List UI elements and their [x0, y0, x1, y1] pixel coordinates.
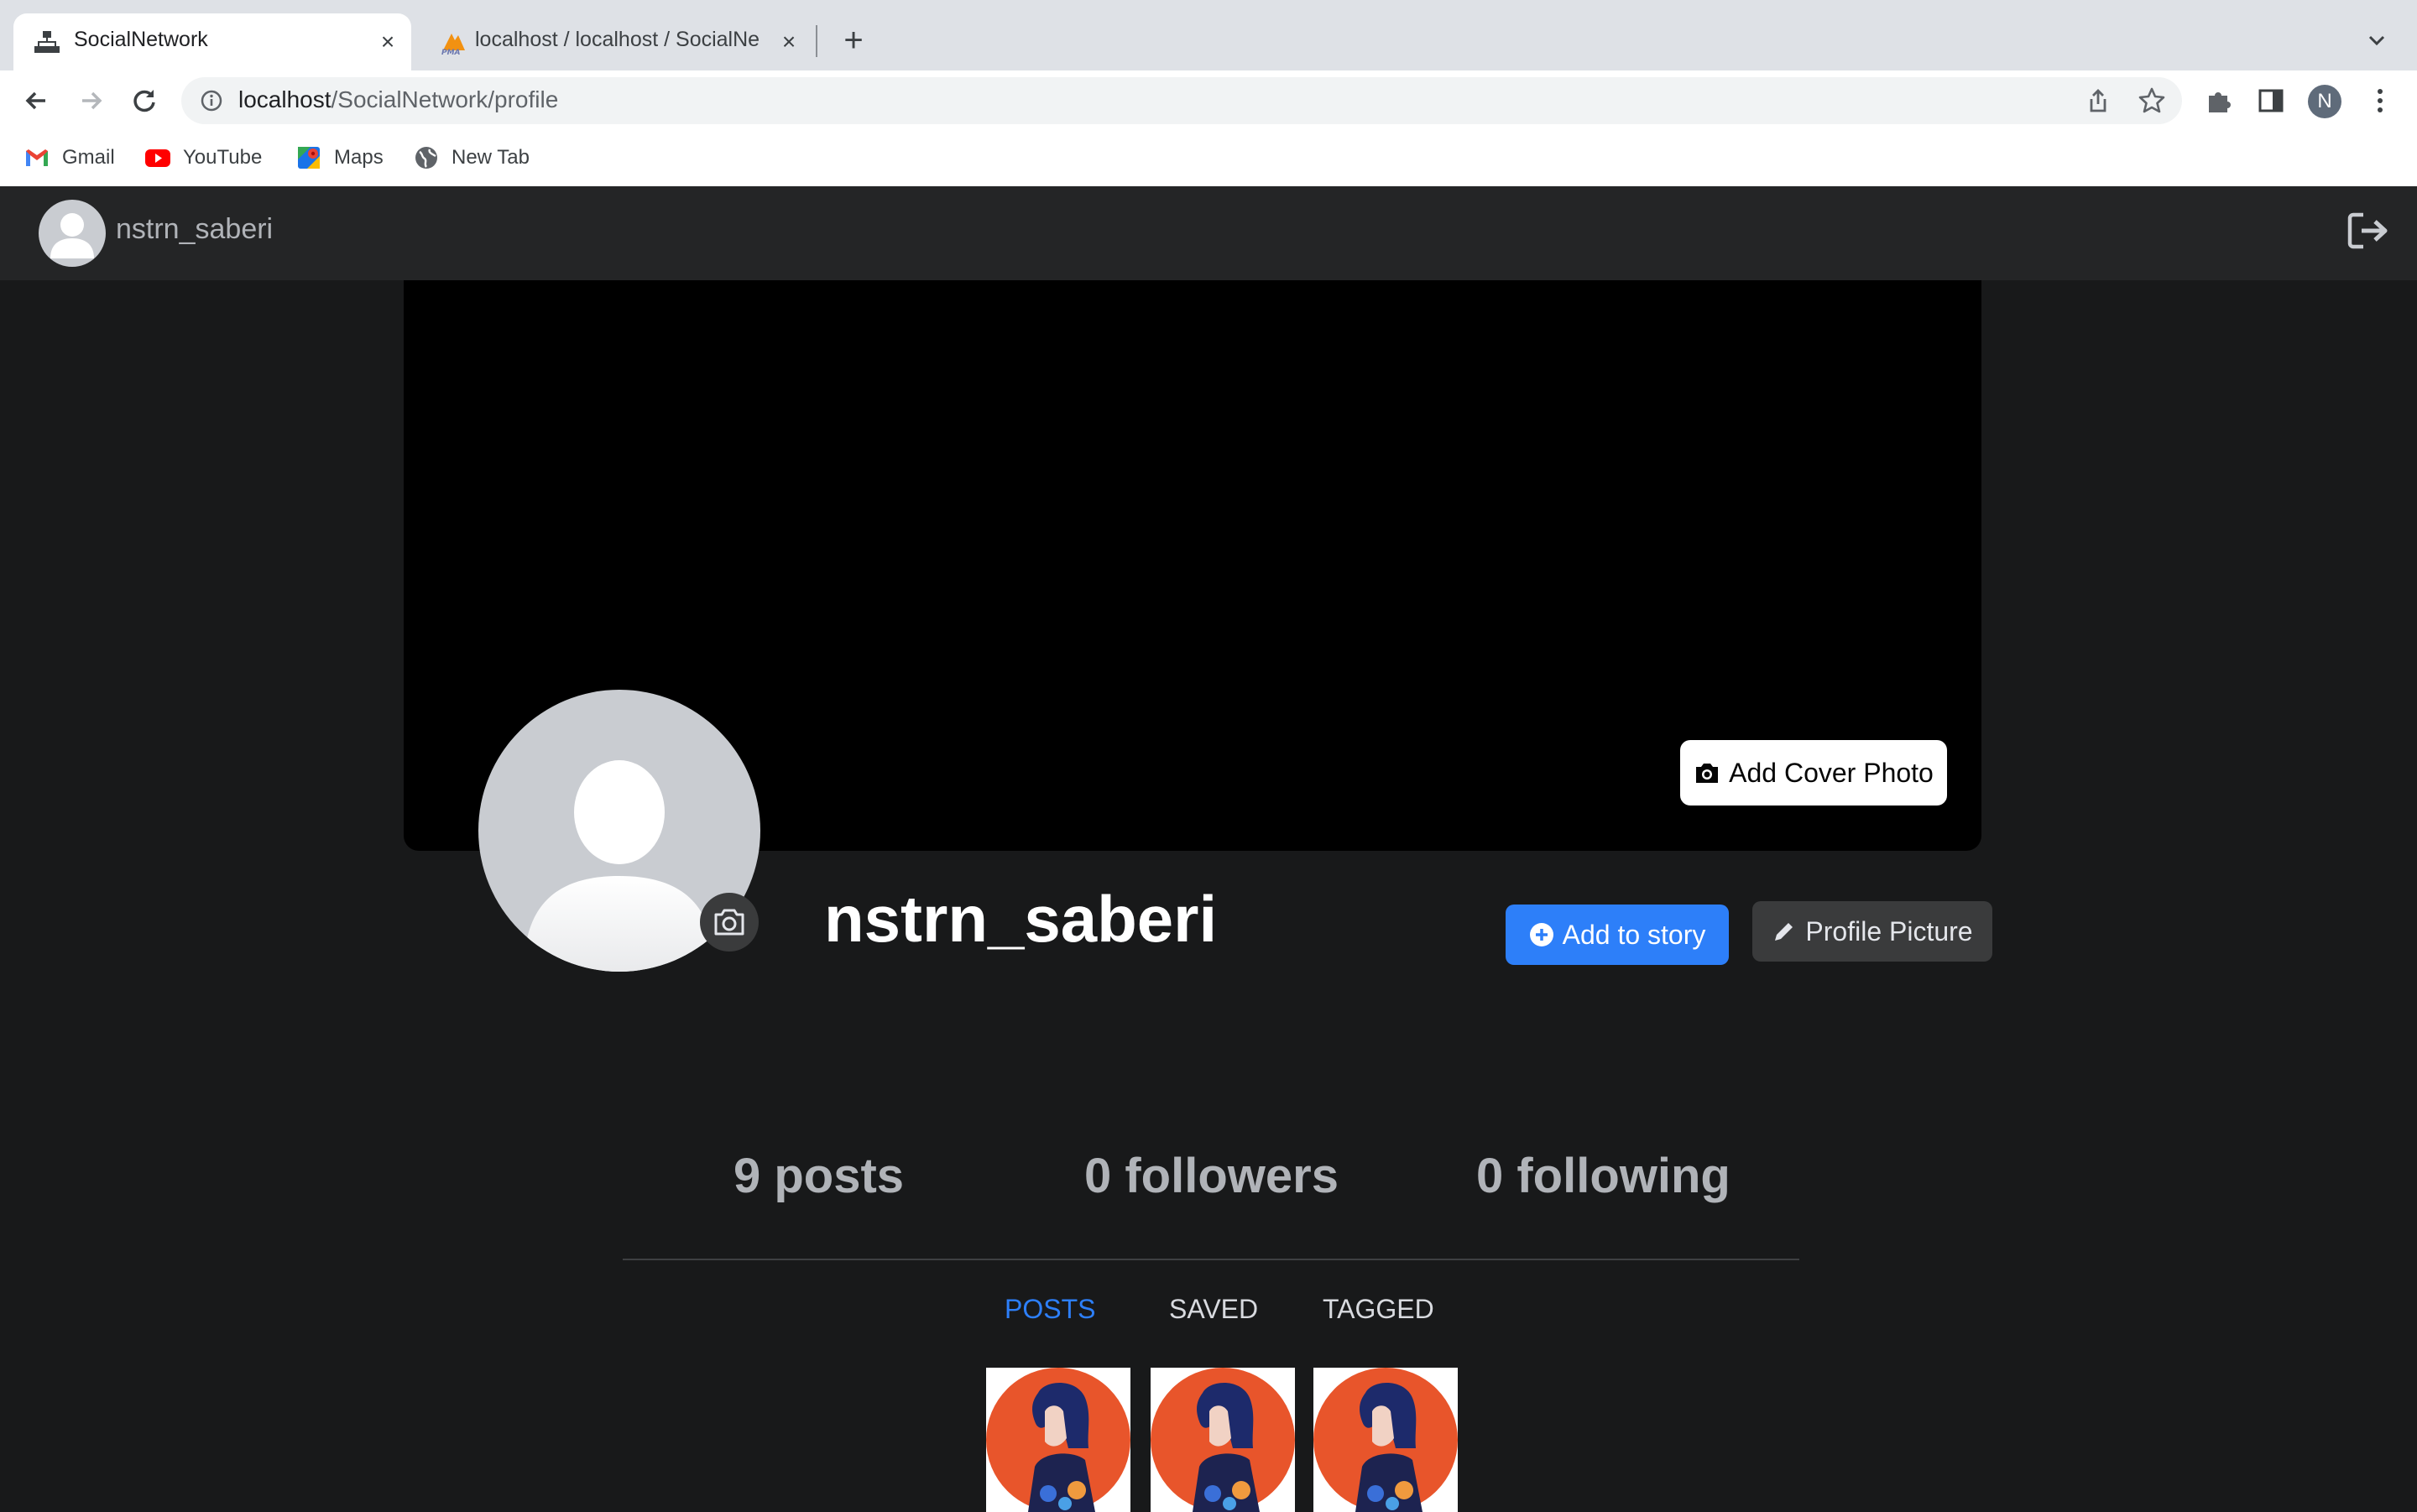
bookmark-label: YouTube	[183, 146, 263, 169]
post-thumbnail[interactable]	[1313, 1368, 1458, 1512]
maps-icon	[298, 147, 320, 169]
close-tab-icon[interactable]: ×	[777, 30, 801, 54]
default-user-icon	[50, 213, 94, 258]
forward-arrow-icon[interactable]	[72, 82, 109, 119]
followers-count[interactable]: 0 followers	[1084, 1148, 1339, 1204]
bookmark-youtube[interactable]: YouTube	[144, 143, 262, 173]
pencil-icon	[1775, 923, 1793, 941]
info-icon[interactable]	[200, 89, 223, 112]
globe-icon	[415, 147, 437, 169]
post-thumbnail[interactable]	[986, 1368, 1130, 1512]
profile-username: nstrn_saberi	[824, 882, 1218, 956]
browser-profile-avatar[interactable]: N	[2308, 85, 2341, 118]
posts-count[interactable]: 9 posts	[733, 1148, 904, 1204]
url-host: localhost	[238, 86, 331, 112]
sign-out-icon[interactable]	[2347, 210, 2392, 252]
post-image	[1151, 1368, 1295, 1512]
gmail-icon	[26, 149, 48, 166]
bookmark-maps[interactable]: Maps	[295, 143, 384, 173]
bookmark-new-tab[interactable]: New Tab	[413, 143, 530, 173]
share-icon[interactable]	[2083, 86, 2113, 116]
following-count[interactable]: 0 following	[1476, 1148, 1731, 1204]
phpmyadmin-icon: PMA	[441, 34, 465, 55]
add-to-story-button[interactable]: Add to story	[1506, 905, 1729, 965]
bookmark-star-icon[interactable]	[2137, 86, 2167, 116]
sitemap-icon	[34, 31, 60, 53]
profile-picture-label: Profile Picture	[1805, 915, 1973, 946]
side-panel-icon[interactable]	[2256, 86, 2286, 116]
post-image	[986, 1368, 1130, 1512]
add-to-story-label: Add to story	[1562, 919, 1706, 950]
close-tab-icon[interactable]: ×	[376, 30, 399, 54]
bookmark-label: New Tab	[452, 146, 530, 169]
nav-username[interactable]: nstrn_saberi	[116, 213, 273, 246]
tab-saved[interactable]: SAVED	[1169, 1294, 1258, 1325]
tab-tagged[interactable]: TAGGED	[1323, 1294, 1434, 1325]
tab-title: localhost / localhost / SocialNe	[475, 28, 760, 51]
plus-circle-icon	[1529, 923, 1553, 946]
chevron-down-icon[interactable]	[2363, 27, 2390, 54]
more-menu-icon[interactable]	[2372, 84, 2388, 117]
change-profile-picture-button[interactable]	[700, 893, 759, 952]
bookmark-gmail[interactable]: Gmail	[23, 143, 115, 173]
add-cover-label: Add Cover Photo	[1729, 757, 1934, 788]
edit-profile-picture-button[interactable]: Profile Picture	[1752, 901, 1992, 962]
camera-icon	[1696, 764, 1719, 783]
new-tab-icon[interactable]: +	[835, 23, 872, 60]
bookmark-label: Gmail	[62, 146, 115, 169]
tab-posts[interactable]: POSTS	[1005, 1294, 1095, 1325]
post-thumbnail[interactable]	[1151, 1368, 1295, 1512]
reload-icon[interactable]	[126, 82, 163, 119]
tab-separator	[816, 25, 817, 57]
post-image	[1313, 1368, 1458, 1512]
app-navbar	[0, 186, 2417, 280]
camera-icon	[714, 909, 744, 936]
section-divider	[623, 1259, 1799, 1260]
nav-avatar[interactable]	[39, 200, 106, 267]
add-cover-photo-button[interactable]: Add Cover Photo	[1680, 740, 1947, 806]
back-arrow-icon[interactable]	[18, 82, 55, 119]
url-text[interactable]: localhost/SocialNetwork/profile	[238, 86, 558, 113]
svg-text:PMA: PMA	[441, 49, 461, 55]
browser-tab-socialnetwork[interactable]: SocialNetwork ×	[13, 13, 411, 70]
browser-tab-phpmyadmin[interactable]: PMA localhost / localhost / SocialNe ×	[420, 13, 812, 70]
url-path: /SocialNetwork/profile	[331, 86, 559, 112]
extensions-puzzle-icon[interactable]	[2204, 86, 2234, 116]
youtube-icon	[145, 149, 170, 167]
bookmark-label: Maps	[334, 146, 384, 169]
tab-title: SocialNetwork	[74, 28, 208, 51]
